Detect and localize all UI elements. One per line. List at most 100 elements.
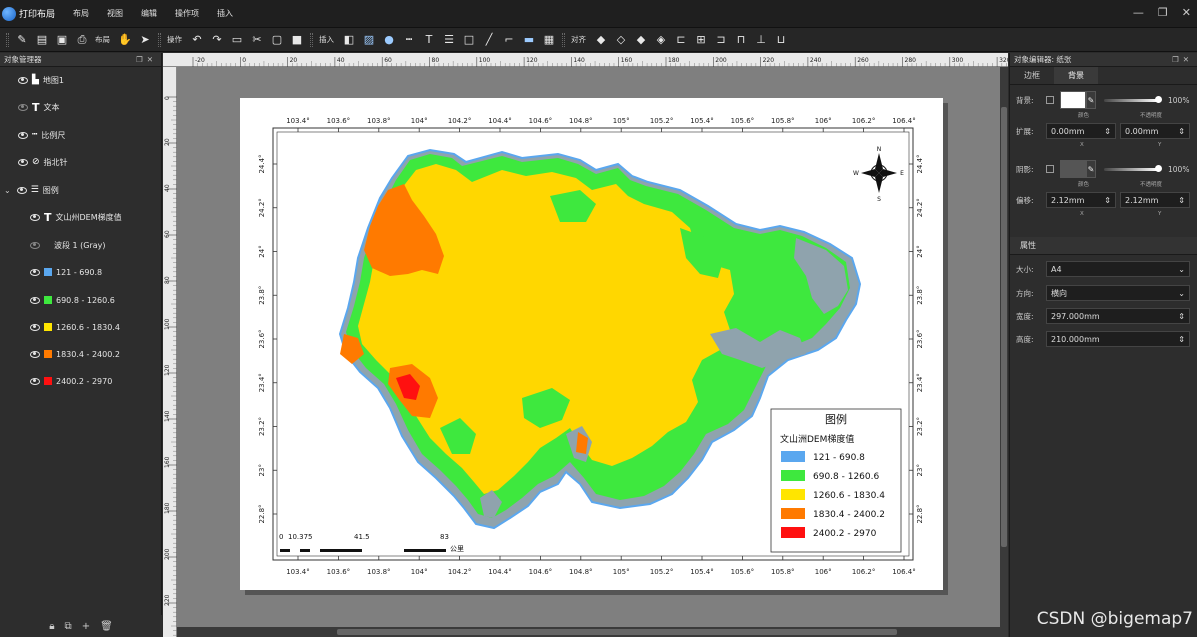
align-bottom-icon[interactable]: ⊔ [774, 33, 788, 47]
save-icon[interactable]: ▤ [35, 33, 49, 47]
menu-layout[interactable]: 布局 [73, 8, 89, 19]
layer-row-legend[interactable]: ⌄ ☰ 图例 [4, 183, 59, 197]
background-checkbox[interactable] [1046, 96, 1054, 104]
panel-float-close-icon[interactable]: ❐✕ [136, 55, 157, 64]
toolbar-grip[interactable] [310, 32, 313, 47]
legend-entry-row[interactable]: 1260.6 - 1830.4 [30, 320, 120, 334]
insert-compass-icon[interactable]: ● [382, 33, 396, 47]
insert-table-icon[interactable]: ▦ [542, 33, 556, 47]
insert-note-icon[interactable]: ▬ [522, 33, 536, 47]
layer-row-scalebar[interactable]: ┅ 比例尺 [18, 128, 65, 142]
align-right-icon[interactable]: ⊐ [714, 33, 728, 47]
height-input[interactable]: 210.000mm ⇕ [1046, 331, 1190, 347]
width-input[interactable]: 297.000mm ⇕ [1046, 308, 1190, 324]
visibility-eye-icon[interactable] [18, 76, 28, 84]
export-image-icon[interactable]: ▣ [55, 33, 69, 47]
insert-legend-icon[interactable]: ☰ [442, 33, 456, 47]
align-left-icon[interactable]: ⊏ [674, 33, 688, 47]
menu-edit[interactable]: 编辑 [141, 8, 157, 19]
insert-image-icon[interactable]: ▨ [362, 33, 376, 47]
visibility-eye-icon[interactable] [16, 186, 27, 194]
vertical-scrollbar-thumb[interactable] [1001, 107, 1007, 547]
new-layout-icon[interactable]: ✎ [15, 33, 29, 47]
horizontal-scrollbar[interactable] [177, 627, 1008, 637]
tab-border[interactable]: 边框 [1010, 67, 1054, 84]
toolbar-grip[interactable] [562, 32, 565, 47]
layer-row-text[interactable]: T 文本 [18, 100, 60, 114]
shadow-checkbox[interactable] [1046, 165, 1054, 173]
panel-float-close-icon[interactable]: ❐✕ [1172, 55, 1193, 64]
horizontal-scrollbar-thumb[interactable] [337, 629, 897, 635]
offset-x-input[interactable]: 2.12mm ⇕ [1046, 192, 1116, 208]
visibility-eye-icon[interactable] [30, 350, 40, 358]
insert-text-icon[interactable]: T [422, 33, 436, 47]
visibility-eye-off-icon[interactable] [18, 103, 28, 111]
paste-icon[interactable]: ▢ [270, 33, 284, 47]
eyedropper-icon[interactable]: ✎ [1086, 91, 1096, 109]
select-arrow-icon[interactable]: ➤ [138, 33, 152, 47]
close-button[interactable]: ✕ [1182, 6, 1191, 19]
orientation-select[interactable]: 横向 ⌄ [1046, 285, 1190, 301]
delete-icon[interactable]: ■ [290, 33, 304, 47]
copy-icon[interactable]: ▭ [230, 33, 244, 47]
send-back-icon[interactable]: ◈ [654, 33, 668, 47]
background-opacity-slider[interactable] [1104, 96, 1162, 103]
visibility-eye-icon[interactable] [30, 377, 40, 385]
legend-entry-row[interactable]: 121 - 690.8 [30, 265, 102, 279]
layer-row-compass[interactable]: ⊘ 指北针 [18, 155, 68, 169]
legend-entry-row[interactable]: 690.8 - 1260.6 [30, 293, 115, 307]
menu-insert[interactable]: 插入 [217, 8, 233, 19]
expand-y-input[interactable]: 0.00mm ⇕ [1120, 123, 1190, 139]
background-color-swatch[interactable] [1060, 91, 1086, 109]
bring-front-icon[interactable]: ◆ [594, 33, 608, 47]
legend[interactable]: 图例 文山洲DEM梯度值 121 - 690.8 690.8 - 1260.6 12… [770, 408, 902, 553]
trash-icon[interactable]: 🗑︎ [100, 621, 113, 632]
visibility-eye-icon[interactable] [30, 213, 40, 221]
legend-entry-row[interactable]: 1830.4 - 2400.2 [30, 347, 120, 361]
minimize-button[interactable]: — [1133, 6, 1144, 19]
restore-button[interactable]: ❐ [1158, 6, 1168, 19]
lock-icon[interactable]: 🔒︎ [49, 621, 54, 632]
offset-y-input[interactable]: 2.12mm ⇕ [1120, 192, 1190, 208]
expand-x-input[interactable]: 0.00mm ⇕ [1046, 123, 1116, 139]
shadow-opacity-slider[interactable] [1104, 165, 1162, 172]
chevron-down-icon[interactable]: ⌄ [4, 186, 11, 195]
vertical-scrollbar[interactable] [1000, 67, 1008, 627]
toolbar-grip[interactable] [158, 32, 161, 47]
add-icon[interactable]: + [82, 621, 90, 632]
shadow-color-swatch[interactable] [1060, 160, 1086, 178]
visibility-eye-icon[interactable] [18, 131, 28, 139]
menu-view[interactable]: 视图 [107, 8, 123, 19]
tab-background[interactable]: 背景 [1054, 67, 1098, 84]
pan-hand-icon[interactable]: ✋ [118, 33, 132, 47]
align-top-icon[interactable]: ⊓ [734, 33, 748, 47]
layer-row-map1[interactable]: ▙ 地图1 [18, 73, 64, 87]
insert-polyline-icon[interactable]: ⌐ [502, 33, 516, 47]
insert-map-icon[interactable]: ◧ [342, 33, 356, 47]
visibility-eye-icon[interactable] [18, 158, 28, 166]
legend-entry-row[interactable]: 2400.2 - 2970 [30, 374, 112, 388]
toolbar-grip[interactable] [6, 32, 9, 47]
insert-line-icon[interactable]: ╱ [482, 33, 496, 47]
eyedropper-icon[interactable]: ✎ [1086, 160, 1096, 178]
insert-scalebar-icon[interactable]: ┅ [402, 33, 416, 47]
print-paper[interactable]: 103.4° 103.6° 103.8° 104° 104.2° 104.4° 104.6°… [240, 98, 943, 590]
duplicate-icon[interactable]: ⧉ [65, 621, 72, 632]
visibility-eye-off-icon[interactable] [30, 241, 40, 249]
visibility-eye-icon[interactable] [30, 268, 40, 276]
align-middle-icon[interactable]: ⊥ [754, 33, 768, 47]
undo-icon[interactable]: ↶ [190, 33, 204, 47]
visibility-eye-icon[interactable] [30, 296, 40, 304]
layer-row-legend-title[interactable]: T 文山州DEM梯度值 [30, 210, 122, 224]
insert-rectangle-icon[interactable]: □ [462, 33, 476, 47]
send-backward-icon[interactable]: ◆ [634, 33, 648, 47]
bring-forward-icon[interactable]: ◇ [614, 33, 628, 47]
cut-icon[interactable]: ✂ [250, 33, 264, 47]
size-select[interactable]: A4 ⌄ [1046, 261, 1190, 277]
redo-icon[interactable]: ↷ [210, 33, 224, 47]
layer-row-band[interactable]: 波段 1 (Gray) [30, 238, 106, 252]
visibility-eye-icon[interactable] [30, 323, 40, 331]
print-icon[interactable]: ⎙ [75, 33, 89, 47]
align-center-icon[interactable]: ⊞ [694, 33, 708, 47]
menu-operations[interactable]: 操作项 [175, 8, 199, 19]
